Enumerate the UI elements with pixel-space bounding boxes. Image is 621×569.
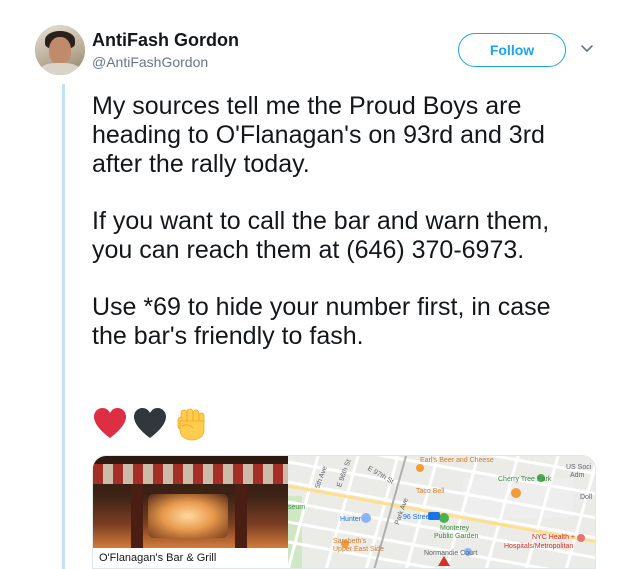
map-label: Taco Bell [416, 488, 445, 495]
map-label: Cherry Tree Park [498, 476, 552, 483]
tweet-paragraph: My sources tell me the Proud Boys are he… [92, 92, 552, 178]
black-heart-icon [134, 408, 166, 438]
map-label: Monterey [440, 525, 470, 532]
tweet-paragraph: If you want to call the bar and warn the… [92, 207, 557, 264]
map-label: Adm [570, 472, 585, 479]
tweet-text: My sources tell me the Proud Boys are he… [92, 92, 592, 351]
map-label: Public Garden [434, 533, 479, 540]
map-label: seum [288, 504, 306, 511]
follow-button[interactable]: Follow [458, 33, 566, 67]
chevron-down-icon[interactable] [580, 44, 594, 54]
map-label: Upper East Side [333, 546, 384, 553]
raised-fist-icon [177, 408, 205, 441]
map-label: Normandie Court [424, 550, 478, 557]
link-card[interactable]: O'Flanagan's Bar & Grill Earl's Beer and… [92, 455, 596, 569]
bar-photo[interactable]: O'Flanagan's Bar & Grill [93, 456, 288, 568]
thread-connector-line [62, 84, 65, 569]
map-label: US Soci [566, 464, 592, 471]
tweet-paragraph: Use *69 to hide your number first, in ca… [92, 293, 558, 350]
author-display-name[interactable]: AntiFash Gordon [92, 30, 239, 51]
emoji-row [92, 406, 208, 442]
map-label: 96 Street [403, 514, 432, 521]
map-preview[interactable]: Earl's Beer and Cheese US Soci Adm Cherr… [286, 456, 595, 568]
red-heart-icon [94, 408, 126, 438]
map-label: Sarabeth's [333, 538, 367, 545]
avatar[interactable] [35, 25, 85, 75]
card-caption[interactable]: O'Flanagan's Bar & Grill [93, 548, 288, 568]
author-handle[interactable]: @AntiFashGordon [92, 54, 208, 70]
map-label: Hunter [340, 516, 362, 523]
map-label: NYC Health + [532, 534, 575, 541]
map-label: Earl's Beer and Cheese [420, 457, 494, 464]
map-label: Hospitals/Metropolitan [504, 543, 574, 550]
map-label: Doll [580, 494, 593, 501]
